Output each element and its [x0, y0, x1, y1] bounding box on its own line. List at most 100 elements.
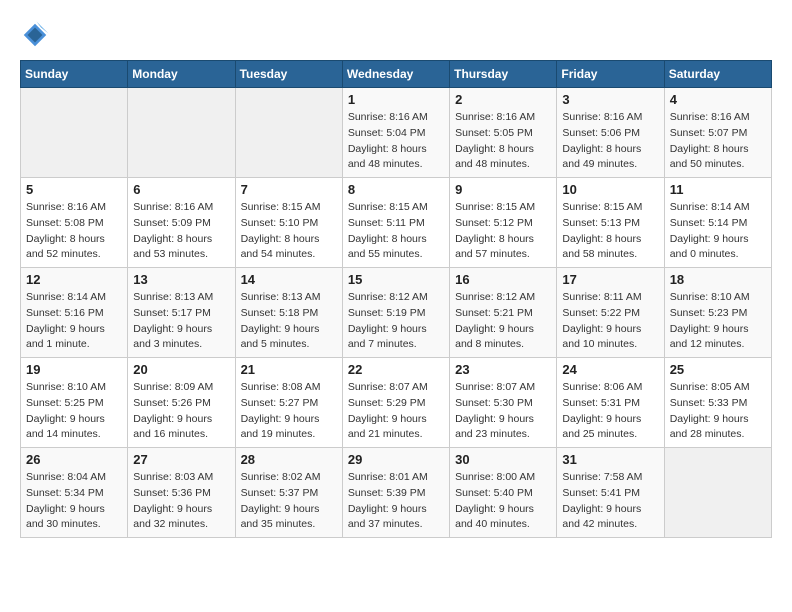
day-info: Sunrise: 8:15 AM Sunset: 5:11 PM Dayligh…: [348, 200, 444, 263]
calendar-week-row: 1 Sunrise: 8:16 AM Sunset: 5:04 PM Daylig…: [21, 88, 772, 178]
weekday-header: Friday: [557, 61, 664, 88]
day-info: Sunrise: 8:16 AM Sunset: 5:09 PM Dayligh…: [133, 200, 229, 263]
day-info: Sunrise: 8:13 AM Sunset: 5:18 PM Dayligh…: [241, 290, 337, 353]
day-info: Sunrise: 8:04 AM Sunset: 5:34 PM Dayligh…: [26, 470, 122, 533]
day-info: Sunrise: 8:16 AM Sunset: 5:06 PM Dayligh…: [562, 110, 658, 173]
day-info: Sunrise: 8:14 AM Sunset: 5:16 PM Dayligh…: [26, 290, 122, 353]
day-number: 26: [26, 452, 122, 467]
day-info: Sunrise: 8:08 AM Sunset: 5:27 PM Dayligh…: [241, 380, 337, 443]
calendar-cell: 3 Sunrise: 8:16 AM Sunset: 5:06 PM Daylig…: [557, 88, 664, 178]
calendar-cell: 13Sunrise: 8:13 AM Sunset: 5:17 PM Dayli…: [128, 268, 235, 358]
day-info: Sunrise: 8:10 AM Sunset: 5:25 PM Dayligh…: [26, 380, 122, 443]
day-number: 22: [348, 362, 444, 377]
day-number: 23: [455, 362, 551, 377]
calendar-cell: 12 Sunrise: 8:14 AM Sunset: 5:16 PM Dayli…: [21, 268, 128, 358]
calendar-cell: 9 Sunrise: 8:15 AM Sunset: 5:12 PM Daylig…: [450, 178, 557, 268]
day-info: Sunrise: 8:10 AM Sunset: 5:23 PM Dayligh…: [670, 290, 766, 353]
calendar-cell: 23Sunrise: 8:07 AM Sunset: 5:30 PM Dayli…: [450, 358, 557, 448]
day-number: 19: [26, 362, 122, 377]
calendar-cell: 4 Sunrise: 8:16 AM Sunset: 5:07 PM Daylig…: [664, 88, 771, 178]
calendar-cell: [664, 448, 771, 538]
day-number: 4: [670, 92, 766, 107]
page-header: [20, 20, 772, 50]
weekday-header: Wednesday: [342, 61, 449, 88]
calendar-cell: 27 Sunrise: 8:03 AM Sunset: 5:36 PM Dayli…: [128, 448, 235, 538]
day-info: Sunrise: 8:12 AM Sunset: 5:21 PM Dayligh…: [455, 290, 551, 353]
day-info: Sunrise: 8:02 AM Sunset: 5:37 PM Dayligh…: [241, 470, 337, 533]
day-info: Sunrise: 8:00 AM Sunset: 5:40 PM Dayligh…: [455, 470, 551, 533]
day-number: 13: [133, 272, 229, 287]
calendar-cell: 28 Sunrise: 8:02 AM Sunset: 5:37 PM Dayli…: [235, 448, 342, 538]
day-info: Sunrise: 8:09 AM Sunset: 5:26 PM Dayligh…: [133, 380, 229, 443]
day-number: 30: [455, 452, 551, 467]
calendar-cell: 25 Sunrise: 8:05 AM Sunset: 5:33 PM Dayli…: [664, 358, 771, 448]
calendar-cell: 8 Sunrise: 8:15 AM Sunset: 5:11 PM Daylig…: [342, 178, 449, 268]
calendar-cell: 29 Sunrise: 8:01 AM Sunset: 5:39 PM Dayli…: [342, 448, 449, 538]
day-number: 17: [562, 272, 658, 287]
day-info: Sunrise: 8:16 AM Sunset: 5:08 PM Dayligh…: [26, 200, 122, 263]
day-number: 6: [133, 182, 229, 197]
day-info: Sunrise: 8:16 AM Sunset: 5:07 PM Dayligh…: [670, 110, 766, 173]
calendar-cell: 6 Sunrise: 8:16 AM Sunset: 5:09 PM Daylig…: [128, 178, 235, 268]
day-number: 31: [562, 452, 658, 467]
day-info: Sunrise: 8:03 AM Sunset: 5:36 PM Dayligh…: [133, 470, 229, 533]
day-info: Sunrise: 8:16 AM Sunset: 5:05 PM Dayligh…: [455, 110, 551, 173]
calendar-cell: 22 Sunrise: 8:07 AM Sunset: 5:29 PM Dayli…: [342, 358, 449, 448]
day-info: Sunrise: 8:16 AM Sunset: 5:04 PM Dayligh…: [348, 110, 444, 173]
calendar-cell: 7 Sunrise: 8:15 AM Sunset: 5:10 PM Daylig…: [235, 178, 342, 268]
calendar-week-row: 12 Sunrise: 8:14 AM Sunset: 5:16 PM Dayli…: [21, 268, 772, 358]
day-info: Sunrise: 8:12 AM Sunset: 5:19 PM Dayligh…: [348, 290, 444, 353]
day-number: 10: [562, 182, 658, 197]
weekday-header: Monday: [128, 61, 235, 88]
day-info: Sunrise: 8:01 AM Sunset: 5:39 PM Dayligh…: [348, 470, 444, 533]
calendar-cell: 26 Sunrise: 8:04 AM Sunset: 5:34 PM Dayli…: [21, 448, 128, 538]
calendar-cell: 17 Sunrise: 8:11 AM Sunset: 5:22 PM Dayli…: [557, 268, 664, 358]
day-info: Sunrise: 8:11 AM Sunset: 5:22 PM Dayligh…: [562, 290, 658, 353]
calendar-cell: 1 Sunrise: 8:16 AM Sunset: 5:04 PM Daylig…: [342, 88, 449, 178]
day-number: 18: [670, 272, 766, 287]
day-number: 16: [455, 272, 551, 287]
day-number: 2: [455, 92, 551, 107]
day-number: 9: [455, 182, 551, 197]
calendar-cell: 31 Sunrise: 7:58 AM Sunset: 5:41 PM Dayli…: [557, 448, 664, 538]
day-info: Sunrise: 8:06 AM Sunset: 5:31 PM Dayligh…: [562, 380, 658, 443]
day-info: Sunrise: 8:15 AM Sunset: 5:12 PM Dayligh…: [455, 200, 551, 263]
calendar-cell: 15 Sunrise: 8:12 AM Sunset: 5:19 PM Dayli…: [342, 268, 449, 358]
logo-icon: [20, 20, 50, 50]
day-number: 28: [241, 452, 337, 467]
calendar-week-row: 26 Sunrise: 8:04 AM Sunset: 5:34 PM Dayli…: [21, 448, 772, 538]
day-number: 29: [348, 452, 444, 467]
calendar-cell: 2 Sunrise: 8:16 AM Sunset: 5:05 PM Daylig…: [450, 88, 557, 178]
calendar-cell: 11Sunrise: 8:14 AM Sunset: 5:14 PM Dayli…: [664, 178, 771, 268]
day-number: 21: [241, 362, 337, 377]
day-number: 12: [26, 272, 122, 287]
calendar-cell: 21 Sunrise: 8:08 AM Sunset: 5:27 PM Dayli…: [235, 358, 342, 448]
day-info: Sunrise: 8:07 AM Sunset: 5:29 PM Dayligh…: [348, 380, 444, 443]
day-info: Sunrise: 8:14 AM Sunset: 5:14 PM Dayligh…: [670, 200, 766, 263]
day-number: 20: [133, 362, 229, 377]
calendar-cell: [21, 88, 128, 178]
calendar-cell: 18 Sunrise: 8:10 AM Sunset: 5:23 PM Dayli…: [664, 268, 771, 358]
day-number: 14: [241, 272, 337, 287]
day-info: Sunrise: 7:58 AM Sunset: 5:41 PM Dayligh…: [562, 470, 658, 533]
day-info: Sunrise: 8:15 AM Sunset: 5:10 PM Dayligh…: [241, 200, 337, 263]
day-number: 27: [133, 452, 229, 467]
day-number: 15: [348, 272, 444, 287]
calendar-cell: [128, 88, 235, 178]
calendar-cell: 24Sunrise: 8:06 AM Sunset: 5:31 PM Dayli…: [557, 358, 664, 448]
day-number: 3: [562, 92, 658, 107]
calendar-table: SundayMondayTuesdayWednesdayThursdayFrid…: [20, 60, 772, 538]
day-number: 1: [348, 92, 444, 107]
day-number: 8: [348, 182, 444, 197]
day-number: 7: [241, 182, 337, 197]
calendar-cell: 14 Sunrise: 8:13 AM Sunset: 5:18 PM Dayli…: [235, 268, 342, 358]
calendar-cell: 30 Sunrise: 8:00 AM Sunset: 5:40 PM Dayli…: [450, 448, 557, 538]
day-info: Sunrise: 8:05 AM Sunset: 5:33 PM Dayligh…: [670, 380, 766, 443]
calendar-cell: 20 Sunrise: 8:09 AM Sunset: 5:26 PM Dayli…: [128, 358, 235, 448]
calendar-cell: [235, 88, 342, 178]
weekday-header: Saturday: [664, 61, 771, 88]
calendar-cell: 5Sunrise: 8:16 AM Sunset: 5:08 PM Daylig…: [21, 178, 128, 268]
calendar-cell: 10Sunrise: 8:15 AM Sunset: 5:13 PM Dayli…: [557, 178, 664, 268]
day-number: 25: [670, 362, 766, 377]
calendar-header: SundayMondayTuesdayWednesdayThursdayFrid…: [21, 61, 772, 88]
